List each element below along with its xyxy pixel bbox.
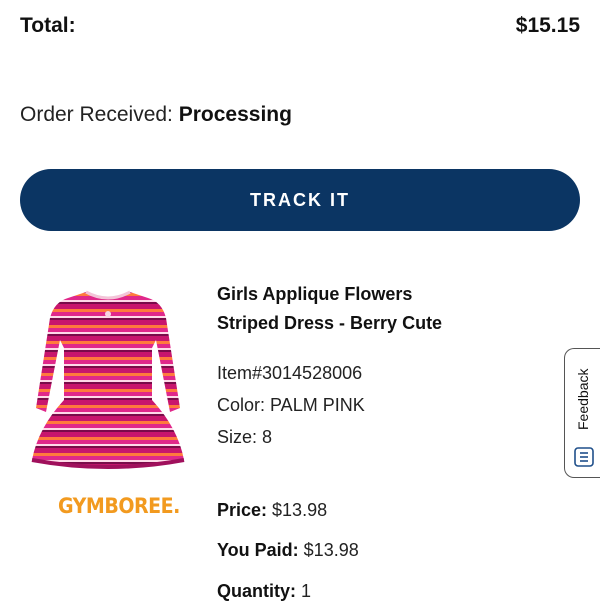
- order-status-label: Order Received:: [20, 103, 179, 126]
- product-details: Girls Applique Flowers Striped Dress - B…: [217, 280, 457, 453]
- item-number: Item#3014528006: [217, 363, 363, 383]
- product-color: Color: PALM PINK: [217, 395, 365, 415]
- total-value: $15.15: [515, 14, 580, 37]
- quantity-value: 1: [296, 581, 312, 601]
- order-status: Order Received: Processing: [20, 103, 292, 127]
- feedback-tab[interactable]: Feedback: [564, 348, 600, 478]
- track-it-button[interactable]: TRACK IT: [20, 169, 580, 231]
- order-total-row: Total: $15.15: [20, 10, 580, 42]
- order-status-value: Processing: [178, 103, 292, 126]
- feedback-label: Feedback: [575, 368, 591, 430]
- total-label: Total:: [20, 14, 76, 37]
- you-paid-label: You Paid:: [217, 540, 299, 560]
- feedback-list-icon: [574, 447, 594, 467]
- brand-logo: GYMBOREE.: [58, 494, 180, 519]
- quantity-label: Quantity:: [217, 581, 296, 601]
- product-name[interactable]: Girls Applique Flowers Striped Dress - B…: [217, 280, 457, 338]
- product-image[interactable]: [28, 288, 188, 470]
- product-size: Size: 8: [217, 427, 273, 447]
- price-line: Price: $13.98: [217, 500, 327, 521]
- quantity-line: Quantity: 1: [217, 581, 311, 602]
- price-label: Price:: [217, 500, 268, 520]
- price-value: $13.98: [267, 500, 328, 520]
- you-paid-line: You Paid: $13.98: [217, 540, 359, 561]
- you-paid-value: $13.98: [298, 540, 359, 560]
